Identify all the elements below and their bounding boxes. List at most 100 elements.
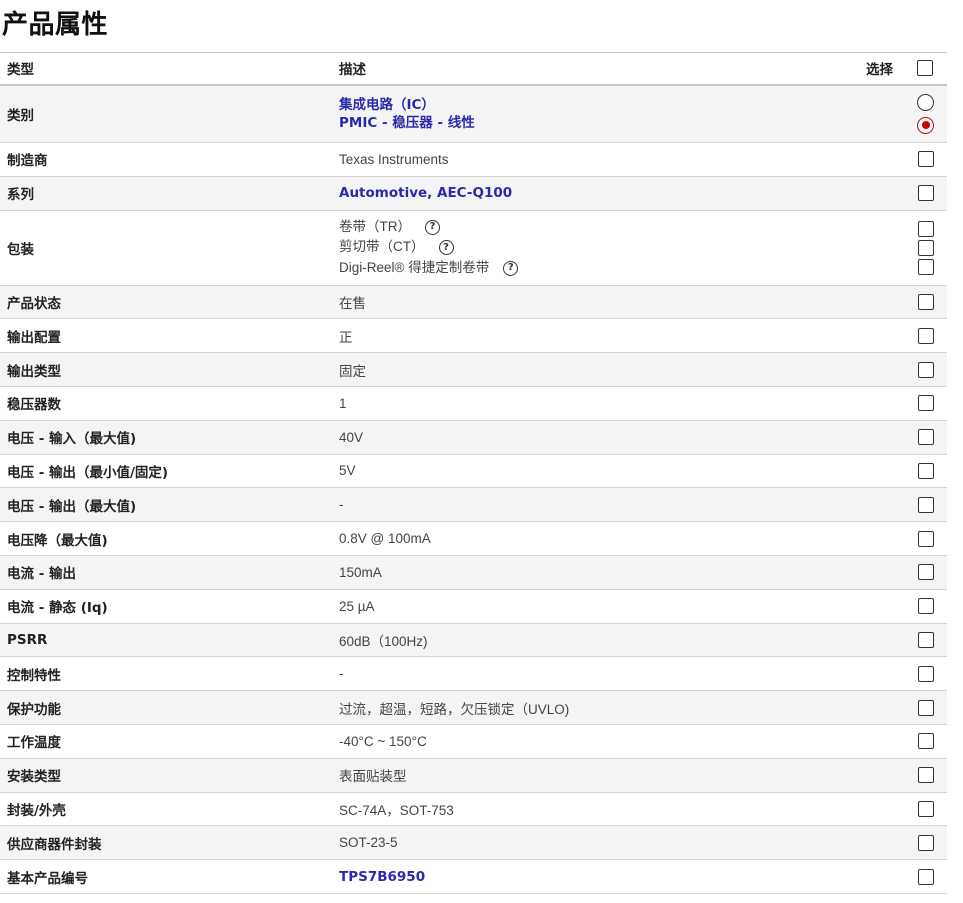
table-row: 电流 - 静态 (Iq) 25 µA xyxy=(0,589,947,624)
attribute-select xyxy=(832,454,947,489)
table-row: 类别 集成电路（IC） PMIC - 稳压器 - 线性 xyxy=(0,84,947,143)
question-circle-icon[interactable]: ? xyxy=(425,219,440,235)
attribute-description: 过流，超温，短路，欠压锁定（UVLO) xyxy=(332,690,832,725)
question-circle-icon[interactable]: ? xyxy=(438,240,454,256)
table-row: 电压 - 输出（最大值) - xyxy=(0,487,947,523)
attribute-description: - xyxy=(332,656,832,692)
table-row: 电压 - 输入（最大值) 40V xyxy=(0,420,947,455)
attribute-value: 1 xyxy=(339,395,347,411)
attribute-description: 1 xyxy=(332,386,832,421)
attribute-type: 电流 - 输出 xyxy=(0,555,332,590)
table-body: 类别 集成电路（IC） PMIC - 稳压器 - 线性 制造商 Texas Instru… xyxy=(0,84,947,894)
table-row: 包装 卷带（TR）? 剪切带（CT）? Digi-Reel® 得捷定制卷带? xyxy=(0,210,947,286)
attribute-checkbox[interactable] xyxy=(918,665,934,682)
attribute-checkbox[interactable] xyxy=(918,767,934,784)
packaging-checkbox[interactable] xyxy=(918,239,934,256)
table-row: 输出配置正 xyxy=(0,318,947,354)
table-row: 控制特性 - xyxy=(0,656,947,692)
attribute-checkbox[interactable] xyxy=(918,800,934,817)
table-header-row: 类型 描述 选择 xyxy=(0,52,947,86)
attribute-description: Automotive, AEC-Q100 xyxy=(332,176,832,211)
attribute-checkbox[interactable] xyxy=(918,361,934,378)
category-link[interactable]: 集成电路（IC） xyxy=(339,97,435,113)
table-row: 工作温度 -40°C ~ 150°C xyxy=(0,724,947,759)
attribute-select xyxy=(832,318,947,354)
attribute-select xyxy=(832,142,947,177)
attribute-value: 0.8V @ 100mA xyxy=(339,531,431,547)
attribute-checkbox[interactable] xyxy=(918,496,934,513)
attribute-select xyxy=(832,521,947,556)
attribute-value: Texas Instruments xyxy=(339,151,449,167)
attribute-type: 控制特性 xyxy=(0,656,332,692)
table-row: 封装/外壳 SC-74A，SOT-753 xyxy=(0,792,947,827)
attribute-checkbox[interactable] xyxy=(918,631,934,648)
column-header-description: 描述 xyxy=(332,52,832,86)
attribute-checkbox[interactable] xyxy=(918,462,934,479)
attribute-checkbox[interactable] xyxy=(918,733,934,750)
attribute-description: 集成电路（IC） PMIC - 稳压器 - 线性 xyxy=(332,84,832,143)
table-row: 供应商器件封装 SOT-23-5 xyxy=(0,825,947,861)
attribute-type: 保护功能 xyxy=(0,690,332,725)
attribute-description: 40V xyxy=(332,420,832,455)
attribute-type: 制造商 xyxy=(0,142,332,177)
attribute-select xyxy=(832,623,947,658)
attribute-checkbox[interactable] xyxy=(918,564,934,581)
attribute-value: 150mA xyxy=(339,564,382,580)
attribute-value: 60dB（100Hz) xyxy=(339,633,428,649)
table-row: 产品状态 在售 xyxy=(0,285,947,320)
attribute-checkbox[interactable] xyxy=(918,429,934,446)
attribute-select xyxy=(832,84,947,143)
attribute-type: 输出类型 xyxy=(0,352,332,387)
attribute-link[interactable]: TPS7B6950 xyxy=(339,869,425,885)
table-row: 制造商 Texas Instruments xyxy=(0,142,947,177)
attribute-select xyxy=(832,386,947,421)
attribute-description: 150mA xyxy=(332,555,832,590)
question-circle-icon[interactable]: ? xyxy=(503,260,519,276)
attribute-description: 0.8V @ 100mA xyxy=(332,521,832,556)
select-all-checkbox[interactable] xyxy=(917,60,933,77)
attribute-value: 5V xyxy=(339,463,356,479)
attribute-description: 卷带（TR）? 剪切带（CT）? Digi-Reel® 得捷定制卷带? xyxy=(332,210,832,286)
attribute-checkbox[interactable] xyxy=(918,868,934,885)
attribute-value: -40°C ~ 150°C xyxy=(339,733,427,749)
attribute-description: 表面贴装型 xyxy=(332,758,832,793)
attribute-description: 正 xyxy=(332,318,832,354)
attribute-description: Texas Instruments xyxy=(332,142,832,177)
attribute-checkbox[interactable] xyxy=(918,699,934,716)
category-radio[interactable] xyxy=(917,116,934,134)
attribute-description: SC-74A，SOT-753 xyxy=(332,792,832,827)
attribute-checkbox[interactable] xyxy=(918,530,934,547)
table-row: 基本产品编号 TPS7B6950 xyxy=(0,859,947,894)
attribute-type: 电流 - 静态 (Iq) xyxy=(0,589,332,624)
attribute-type: 电压 - 输入（最大值) xyxy=(0,420,332,455)
attribute-description: 60dB（100Hz) xyxy=(332,623,832,658)
attribute-description: 25 µA xyxy=(332,589,832,624)
category-radio[interactable] xyxy=(917,93,934,111)
attribute-type: 电压 - 输出（最大值) xyxy=(0,487,332,523)
attribute-checkbox[interactable] xyxy=(918,395,934,412)
attribute-select xyxy=(832,555,947,590)
attribute-type: 安装类型 xyxy=(0,758,332,793)
column-header-select: 选择 xyxy=(832,52,947,86)
attribute-select xyxy=(832,487,947,523)
attribute-type: 工作温度 xyxy=(0,724,332,759)
category-link[interactable]: PMIC - 稳压器 - 线性 xyxy=(339,115,475,131)
attribute-value: 40V xyxy=(339,429,364,445)
attribute-description: SOT-23-5 xyxy=(332,825,832,861)
attribute-type: 系列 xyxy=(0,176,332,211)
attribute-checkbox[interactable] xyxy=(918,327,934,344)
attribute-checkbox[interactable] xyxy=(918,185,934,202)
attribute-link[interactable]: Automotive, AEC-Q100 xyxy=(339,185,512,201)
attribute-checkbox[interactable] xyxy=(918,598,934,615)
packaging-checkbox[interactable] xyxy=(918,258,934,275)
attribute-select xyxy=(832,589,947,624)
attribute-checkbox[interactable] xyxy=(918,151,934,168)
attribute-checkbox[interactable] xyxy=(918,834,934,851)
attribute-select xyxy=(832,210,947,286)
attribute-checkbox[interactable] xyxy=(918,293,934,310)
table-row: 电压降（最大值) 0.8V @ 100mA xyxy=(0,521,947,556)
packaging-checkbox[interactable] xyxy=(918,220,934,237)
attribute-value: SOT-23-5 xyxy=(339,835,398,851)
table-row: 电流 - 输出 150mA xyxy=(0,555,947,590)
attribute-type: 供应商器件封装 xyxy=(0,825,332,861)
